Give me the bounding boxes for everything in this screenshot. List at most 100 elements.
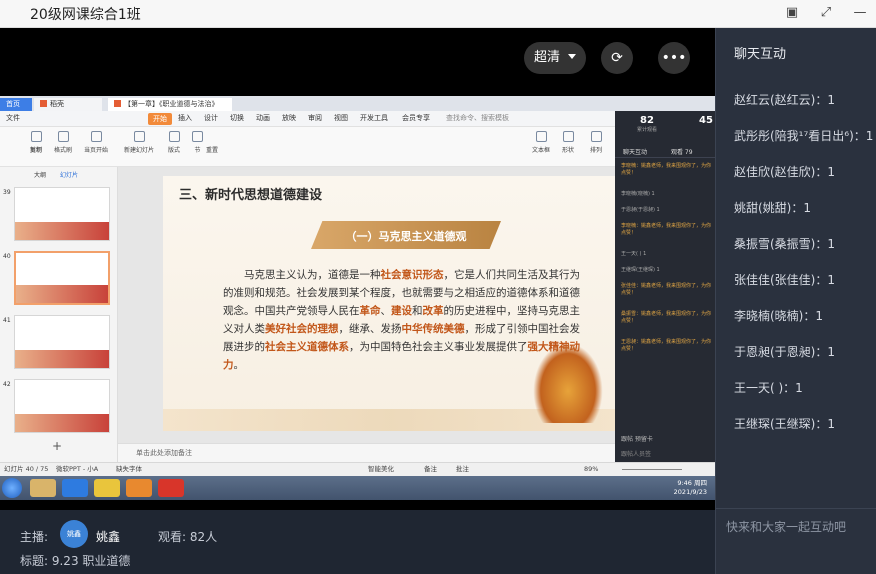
rotate-icon: ⟳	[611, 50, 623, 66]
remote-panel-tabs: 聊天互动 观看 79	[615, 144, 715, 158]
wps-tabbar: 首页 稻壳 【第一章】《职业道德与法治》	[0, 96, 715, 111]
chat-message: 张佳佳(张佳佳)：1	[734, 273, 835, 287]
chat-input[interactable]: 快来和大家一起互动吧	[726, 518, 846, 535]
tab-docer: 稻壳	[34, 98, 102, 111]
smart-beautify: 智能美化	[368, 465, 394, 473]
body-text: 和	[412, 305, 423, 317]
slide-body-text: 马克思主义认为，道德是一种社会意识形态，它是人们共同生活及其行为的准则和规范。社…	[223, 266, 583, 374]
chat-message: 赵佳欣(赵佳欣)：1	[734, 165, 835, 179]
highlighted-term: 美好社会的理想	[265, 323, 339, 335]
stream-topic: 标题: 9.23 职业道德	[20, 554, 131, 568]
chat-message: 李晓楠(晓楠)：1	[734, 309, 823, 323]
missing-font: 缺失字体	[116, 465, 142, 473]
slide-count: 幻灯片 40 / 75	[4, 465, 49, 473]
app-icon	[126, 479, 152, 497]
zoom-slider	[622, 469, 682, 470]
zoom-level: 89%	[584, 465, 599, 473]
ribbon-new-slide-label: 新建幻灯片	[124, 147, 155, 154]
layout-icon	[168, 131, 180, 142]
ribbon-layout: 版式	[168, 131, 180, 154]
remote-chat-message: 王继琛(王继琛) 1	[621, 267, 660, 273]
popout-icon[interactable]: ▣	[784, 5, 800, 21]
play-icon	[90, 131, 102, 142]
remote-chat-message: 李晓楠(晓楠) 1	[621, 191, 655, 197]
tab-docer-label: 稻壳	[50, 100, 64, 108]
lion-statue-image	[533, 343, 603, 423]
stream-info: 主播: 姚鑫 姚鑫 观看: 82人 标题: 9.23 职业道德	[0, 510, 715, 574]
slide-subtitle: （一）马克思主义道德观	[345, 230, 467, 243]
slide-heading: 三、新时代思想道德建设	[179, 188, 323, 203]
body-text: 、	[380, 305, 392, 317]
window-controls: ▣ ⤢ —	[784, 5, 868, 21]
chat-message: 于恩昶(于恩昶)：1	[734, 345, 835, 359]
tab-home: 首页	[0, 98, 32, 111]
remote-tab-views: 观看 79	[671, 149, 693, 156]
add-slide-icon: +	[52, 439, 63, 453]
menu-developer: 开发工具	[360, 114, 388, 122]
ribbon-reset: 重置	[206, 145, 218, 154]
title-bar: 20级网课综合1班 ▣ ⤢ —	[0, 0, 876, 28]
rotate-button[interactable]: ⟳	[601, 42, 633, 74]
menu-slideshow: 放映	[282, 114, 296, 122]
cut-icon	[30, 131, 42, 142]
slide-thumbnail	[14, 379, 110, 433]
wps-icon	[158, 479, 184, 497]
menu-animation: 动画	[256, 114, 270, 122]
chat-message: 王一天( )：1	[734, 381, 803, 395]
highlighted-term: 社会意识形态	[380, 269, 444, 281]
painter-icon	[57, 131, 69, 142]
thumb-number: 41	[3, 317, 11, 324]
ribbon-new-slide: 新建幻灯片	[124, 131, 154, 154]
ribbon-section-label: 节	[194, 147, 201, 154]
avatar[interactable]: 姚鑫	[60, 520, 88, 548]
clock-time: 9:46 周四	[677, 479, 707, 487]
browser-icon	[62, 479, 88, 497]
textbox-icon	[535, 131, 547, 142]
live-video[interactable]: 首页 稻壳 【第一章】《职业道德与法治》 文件 开始 插入 设计 切换 动画 放…	[0, 28, 715, 510]
quality-selector[interactable]: 超清	[524, 42, 587, 74]
ribbon-reset-label: 重置	[206, 147, 219, 154]
more-icon: •••	[661, 50, 687, 66]
viewer-count: 观看: 82人	[158, 530, 218, 544]
section-icon	[192, 131, 203, 142]
live-classroom-window: 20级网课综合1班 ▣ ⤢ — 首页 稻壳 【第一章】《职业道德与法治》 文件 …	[0, 0, 876, 574]
thumb-number: 39	[3, 189, 11, 196]
body-text: ，继承、发扬	[338, 323, 402, 335]
thumbnail-banner	[15, 414, 109, 432]
new-slide-icon	[133, 131, 145, 142]
chat-title: 聊天互动	[734, 47, 787, 62]
remote-live-panel: 82 累计观看 45 聊天互动 观看 79 李晓楠：姚鑫老师，我来围观你了，为你点…	[615, 111, 715, 462]
chat-message: 赵红云(赵红云)：1	[734, 93, 835, 107]
ribbon-layout-label: 版式	[168, 147, 181, 154]
windows-start-icon	[2, 478, 22, 498]
wps-menubar: 文件 开始 插入 设计 切换 动画 放映 审阅 视图 开发工具 会员专享 查找命…	[0, 111, 615, 127]
notes-toggle: 备注	[424, 465, 437, 473]
tab-outline: 大纲	[34, 172, 47, 179]
ribbon-arrange-label: 排列	[590, 147, 603, 154]
wps-statusbar: 幻灯片 40 / 75 微软PPT - 小A 缺失字体 智能美化 备注 批注 8…	[0, 462, 715, 476]
thumbnail-banner	[15, 350, 109, 368]
highlighted-term: 中华传统美德	[401, 323, 465, 335]
ribbon-copy-label: 复制	[30, 147, 43, 154]
remote-chat-message: 于恩昶(于恩昶) 1	[621, 207, 660, 213]
theme-name: 微软PPT - 小A	[56, 465, 99, 473]
tab-document: 【第一章】《职业道德与法治》	[108, 98, 232, 111]
menu-design: 设计	[204, 114, 218, 122]
ribbon-textbox-label: 文本框	[532, 147, 551, 154]
remote-panel-input: 跟帖人员签	[621, 451, 652, 458]
minimize-icon[interactable]: —	[852, 5, 868, 21]
ribbon-arrange: 排列	[590, 131, 602, 154]
windows-taskbar: 9:46 周四 2021/9/23	[0, 476, 715, 500]
chat-sidebar: 聊天互动 赵红云(赵红云)：1 武彤彤(陪我¹⁷看日出⁶)：1 赵佳欣(赵佳欣)：1…	[715, 28, 876, 574]
ppt-icon	[114, 100, 121, 107]
shared-screen: 首页 稻壳 【第一章】《职业道德与法治》 文件 开始 插入 设计 切换 动画 放…	[0, 96, 715, 500]
docer-icon	[40, 100, 47, 107]
ribbon-play-label: 当页开始	[84, 147, 109, 154]
fullscreen-icon[interactable]: ⤢	[818, 5, 834, 21]
more-button[interactable]: •••	[658, 42, 690, 74]
clock-date: 2021/9/23	[673, 488, 707, 496]
remote-viewer-number: 82	[640, 115, 654, 126]
highlighted-term: 社会主义道德体系	[265, 341, 349, 353]
remote-chat-message: 桑振雪：姚鑫老师，我来围观你了，为你点赞！	[621, 311, 712, 324]
menu-member: 会员专享	[402, 114, 430, 122]
